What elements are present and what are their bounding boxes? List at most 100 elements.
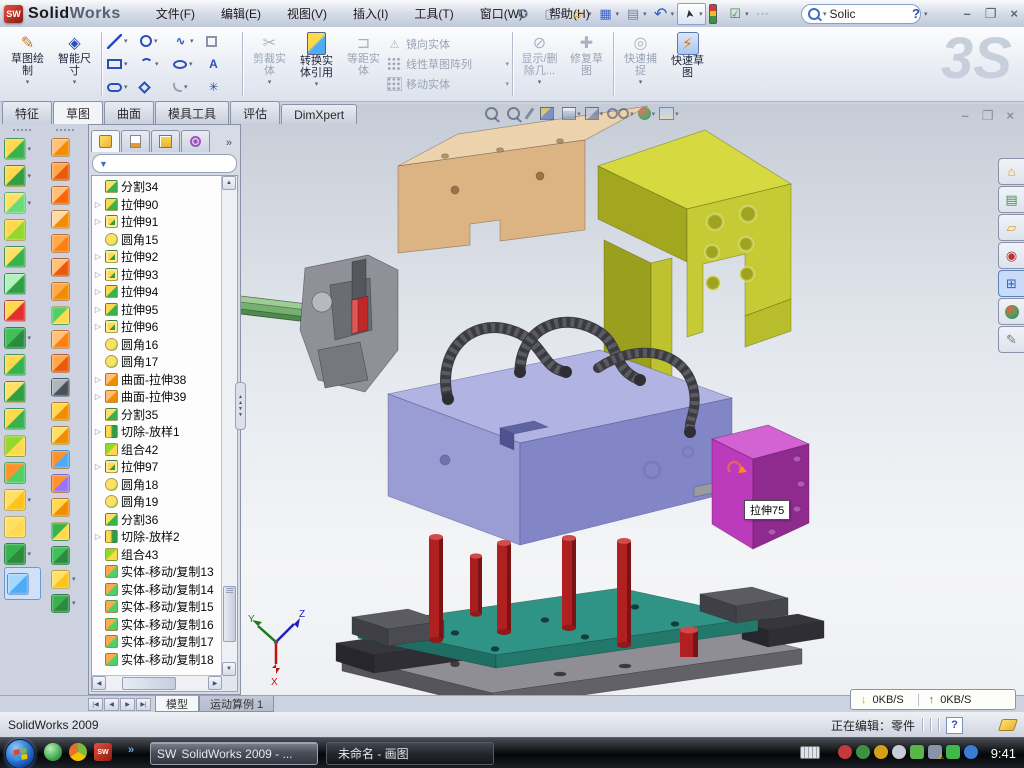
tree-item[interactable]: ▷ 曲面-拉伸38 <box>93 371 221 389</box>
headsup-button[interactable]: ▾ <box>485 107 503 120</box>
commandmanager-tab[interactable]: 特征 <box>2 101 52 124</box>
toolbar-button[interactable]: ▾ <box>51 447 79 471</box>
toolbar-button[interactable]: ▾ <box>51 423 79 447</box>
toolbar-button[interactable]: ▾ <box>4 297 41 324</box>
toolbar-button[interactable]: ▾ <box>51 375 79 399</box>
quick-access-button[interactable]: ▢ ▾ <box>540 4 567 24</box>
sketch-tool-button[interactable]: ▾ <box>140 30 171 53</box>
dropdown-caret-icon[interactable]: ▾ <box>72 599 79 607</box>
tab-nav-button[interactable]: ▶ <box>120 698 135 711</box>
commandmanager-tab[interactable]: 模具工具 <box>155 101 229 124</box>
graphics-viewport[interactable]: Y Z X ▾ ▾ ▾ <box>241 104 1024 695</box>
dropdown-caret-icon[interactable]: ▾ <box>28 550 35 558</box>
doc-window-button[interactable]: × <box>1006 108 1014 124</box>
tree-item[interactable]: ▷ 组合43 <box>93 546 221 564</box>
command-button[interactable]: ◈ 智能尺 寸 ▾ <box>51 27 98 101</box>
tree-item[interactable]: ▷ 圆角16 <box>93 336 221 354</box>
tree-item[interactable]: ▷ 拉伸95 <box>93 301 221 319</box>
tray-icon[interactable]: ⚠ <box>892 745 906 759</box>
menu-item[interactable]: 文件(F) <box>143 5 208 22</box>
dropdown-caret-icon[interactable]: ▾ <box>588 10 592 18</box>
dropdown-caret-icon[interactable]: ▾ <box>675 110 679 118</box>
dropdown-caret-icon[interactable]: ▾ <box>268 78 272 86</box>
panel-tabs-overflow[interactable]: » <box>226 137 238 152</box>
side-block[interactable] <box>712 425 809 549</box>
quick-launch-icon[interactable] <box>44 743 62 761</box>
dropdown-caret-icon[interactable]: ▾ <box>671 10 675 18</box>
tree-item[interactable]: ▷ 分割35 <box>93 406 221 424</box>
toolbar-button[interactable]: ▾ <box>4 378 41 405</box>
toolbar-grip[interactable] <box>56 129 74 131</box>
commandmanager-tab[interactable]: DimXpert <box>281 104 357 124</box>
toolbar-button[interactable]: ▾ <box>4 540 41 567</box>
sketch-tool-button[interactable]: ▾ <box>107 53 138 76</box>
tree-item[interactable]: ▷ 拉伸93 <box>93 266 221 284</box>
sketch-tool-button[interactable]: ▾ <box>173 76 204 99</box>
command-row-button[interactable]: 移动实体 ▾ <box>387 76 509 92</box>
taskpane-tab[interactable] <box>998 298 1024 325</box>
search-input[interactable]: ▾ Solic <box>801 4 921 24</box>
document-tab[interactable]: 运动算例 1 <box>199 696 274 712</box>
taskpane-tab[interactable]: ◉ <box>998 242 1024 269</box>
headsup-button[interactable]: ▾ <box>540 107 559 120</box>
sketch-tool-button[interactable]: A ▾ <box>206 53 237 76</box>
tree-item[interactable]: ▷ 实体-移动/复制14 <box>93 581 221 599</box>
toolbar-button[interactable]: ▾ <box>51 207 79 231</box>
dropdown-caret-icon[interactable]: ▾ <box>600 110 604 118</box>
panel-tab[interactable] <box>181 130 210 152</box>
tree-item[interactable]: ▷ 圆角18 <box>93 476 221 494</box>
headsup-button[interactable]: ▾ <box>528 107 536 120</box>
toolbar-button[interactable]: ▾ <box>4 135 41 162</box>
dropdown-caret-icon[interactable]: ▾ <box>28 199 35 207</box>
taskpane-tab[interactable]: ▤ <box>998 186 1024 213</box>
taskbar-task-button[interactable]: 未命名 - 画图 <box>326 742 494 765</box>
tray-icon[interactable]: ⚠ <box>946 745 960 759</box>
tray-icon[interactable]: ⚠ <box>874 745 888 759</box>
expand-arrow-icon[interactable]: ▷ <box>94 287 102 296</box>
panel-tab[interactable] <box>151 130 180 152</box>
window-button[interactable]: × <box>1010 6 1018 21</box>
quick-launch-icon[interactable] <box>69 743 87 761</box>
tree-item[interactable]: ▷ 组合42 <box>93 441 221 459</box>
commandmanager-tab[interactable]: 曲面 <box>104 101 154 124</box>
help-button[interactable]: ? <box>912 6 920 21</box>
tree-item[interactable]: ▷ 拉伸91 <box>93 213 221 231</box>
quick-launch-overflow[interactable]: » <box>128 744 134 756</box>
tree-item[interactable]: ▷ 拉伸96 <box>93 318 221 336</box>
toolbar-button[interactable]: ▾ <box>51 303 79 327</box>
command-button[interactable]: ✎ 草图绘 制 ▾ <box>4 27 51 101</box>
toolbar-button[interactable]: ▾ <box>51 183 79 207</box>
dropdown-caret-icon[interactable]: ▾ <box>124 37 128 45</box>
dropdown-caret-icon[interactable]: ▾ <box>630 110 634 118</box>
tree-item[interactable]: ▷ 拉伸97 <box>93 458 221 476</box>
dropdown-caret-icon[interactable]: ▾ <box>184 83 188 91</box>
window-button[interactable]: ❐ <box>985 6 997 22</box>
menu-item[interactable]: 插入(I) <box>340 5 401 22</box>
doc-window-button[interactable]: – <box>962 108 969 124</box>
tree-item[interactable]: ▷ 拉伸92 <box>93 248 221 266</box>
toolbar-grip[interactable] <box>13 129 31 131</box>
scroll-left-button[interactable]: ◀ <box>92 676 106 690</box>
command-button[interactable]: ⊐ 等距实 体 ▾ <box>340 27 387 101</box>
expand-arrow-icon[interactable]: ▷ <box>94 532 102 541</box>
expand-arrow-icon[interactable]: ▷ <box>94 270 102 279</box>
sketch-tool-button[interactable]: ▾ <box>206 30 237 53</box>
toolbar-button[interactable]: ▾ <box>4 432 41 459</box>
expand-arrow-icon[interactable]: ▷ <box>94 392 102 401</box>
tree-item[interactable]: ▷ 拉伸94 <box>93 283 221 301</box>
toolbar-button[interactable]: ▾ <box>4 486 41 513</box>
tray-icon[interactable]: ⚠ <box>838 745 852 759</box>
dropdown-caret-icon[interactable]: ▾ <box>190 37 194 45</box>
tree-item[interactable]: ▷ 分割34 <box>93 178 221 196</box>
dropdown-caret-icon[interactable]: ▾ <box>124 83 128 91</box>
toolbar-button[interactable]: ▾ <box>51 159 79 183</box>
dropdown-caret-icon[interactable]: ▾ <box>577 110 581 118</box>
scroll-thumb[interactable] <box>223 586 236 642</box>
dropdown-caret-icon[interactable]: ▾ <box>505 80 509 88</box>
tree-item[interactable]: ▷ 实体-移动/复制17 <box>93 633 221 651</box>
command-row-button[interactable]: ⚠ 镜向实体 ▾ <box>387 36 509 52</box>
tab-nav-button[interactable]: ▶| <box>136 698 151 711</box>
toolbar-button[interactable]: ▾ <box>51 135 79 159</box>
quick-access-button[interactable]: ⋯ ▾ <box>752 4 779 24</box>
dropdown-caret-icon[interactable]: ▾ <box>643 10 647 18</box>
